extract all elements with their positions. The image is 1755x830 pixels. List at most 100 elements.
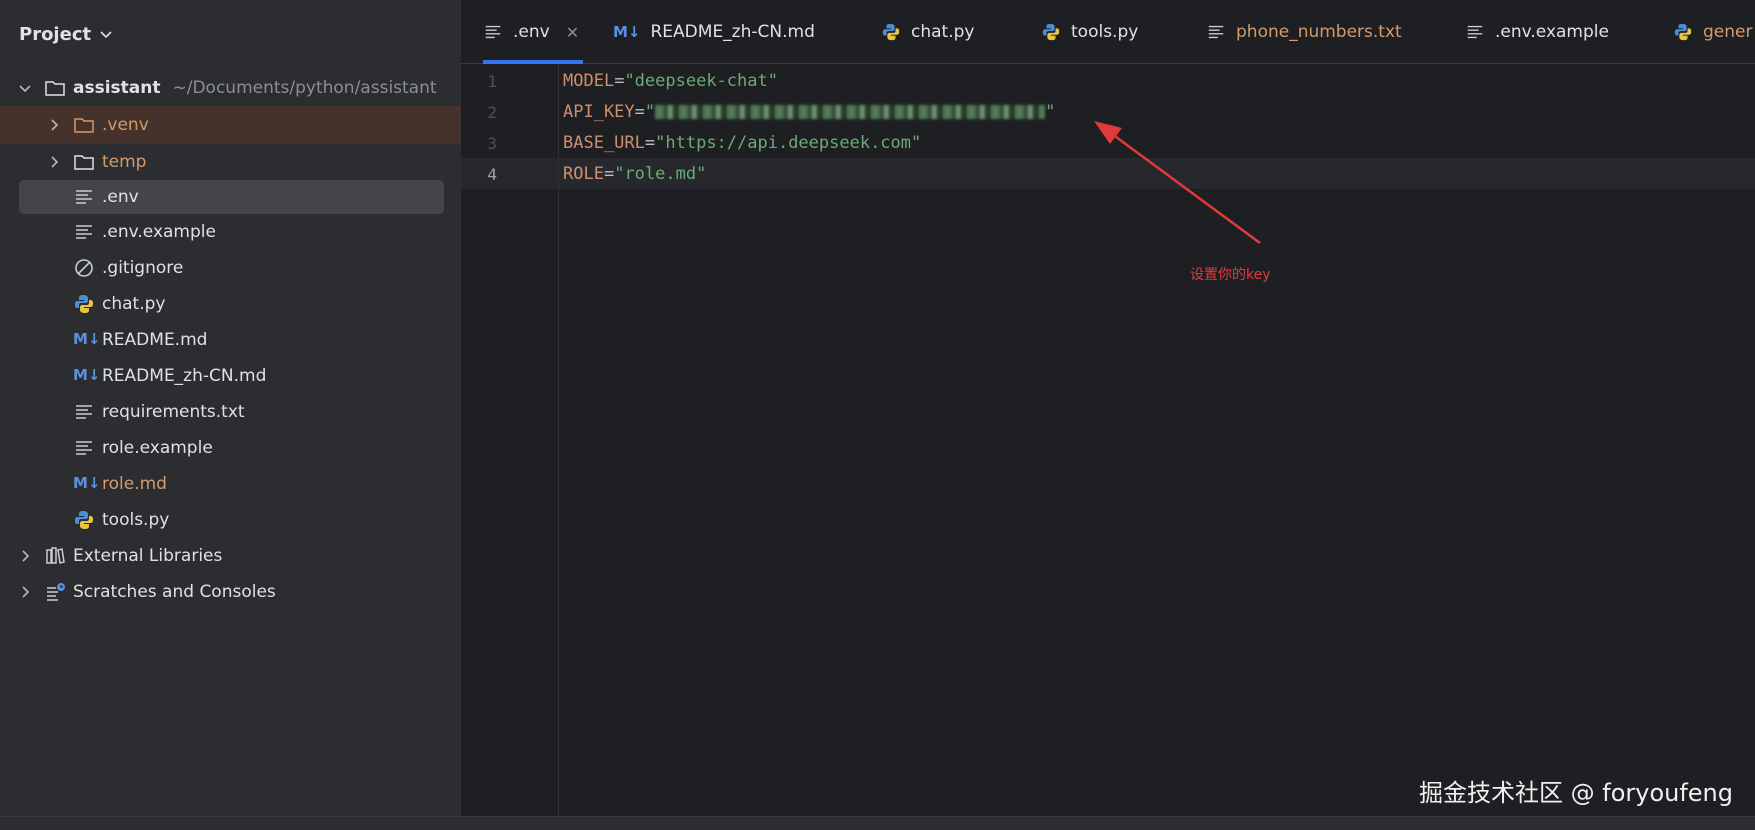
chevron-right-icon[interactable] — [16, 583, 34, 601]
env-key: MODEL — [563, 71, 615, 91]
env-value: "https://api.deepseek.com" — [655, 133, 922, 153]
code-line-role[interactable]: ROLE="role.md" — [563, 159, 706, 190]
tab-readme-zh-cn-md[interactable]: M↓ README_zh-CN.md — [613, 0, 815, 64]
text-file-icon — [76, 190, 92, 204]
tree-item-label: temp — [102, 152, 147, 172]
tree-item-label: .env.example — [102, 222, 216, 242]
equals-sign: = — [634, 102, 645, 122]
editor-area: .env ✕ M↓ README_zh-CN.md chat.py tools.… — [461, 0, 1755, 816]
line-number: 4 — [487, 165, 497, 184]
env-value: "deepseek-chat" — [624, 71, 778, 91]
tab-tools-py[interactable]: tools.py — [1041, 0, 1138, 64]
watermark: 掘金技术社区 @ foryoufeng — [1418, 779, 1733, 807]
ide-window: Project assistant ~/Documents/python/assi… — [0, 0, 1755, 830]
tree-item-label: README_zh-CN.md — [102, 366, 267, 386]
chevron-down-icon[interactable] — [16, 79, 34, 97]
tab-gener[interactable]: gener — [1673, 0, 1752, 64]
tree-item-gitignore[interactable]: .gitignore — [0, 250, 461, 286]
code-line-model[interactable]: MODEL="deepseek-chat" — [563, 66, 778, 97]
tree-item-role-example[interactable]: role.example — [0, 430, 461, 466]
tab-label: gener — [1703, 22, 1753, 42]
tree-item-chat-py[interactable]: chat.py — [0, 286, 461, 322]
equals-sign: = — [603, 164, 615, 184]
tree-item-readme-md[interactable]: M↓ README.md — [0, 322, 461, 358]
equals-sign: = — [614, 71, 625, 91]
text-file-icon — [76, 405, 92, 419]
tab-label: .env — [513, 22, 550, 42]
tab-label: README_zh-CN.md — [650, 22, 815, 42]
python-file-icon — [75, 295, 93, 313]
panel-title: Project — [19, 23, 92, 45]
line-number: 1 — [487, 72, 497, 91]
tree-item-temp[interactable]: temp — [0, 144, 461, 180]
tree-item-assistant[interactable]: assistant ~/Documents/python/assistant — [0, 70, 461, 106]
tree-item-label: role.md — [102, 474, 167, 494]
tree-item-tools-py[interactable]: tools.py — [0, 502, 461, 538]
tree-item-venv[interactable]: .venv — [0, 106, 461, 144]
folder-icon — [74, 155, 94, 170]
scratches-icon — [47, 583, 65, 601]
project-view-selector[interactable]: Project — [19, 20, 113, 48]
ignore-file-icon — [75, 259, 93, 277]
tree-item-role-md[interactable]: M↓ role.md — [0, 466, 461, 502]
tab-label: .env.example — [1495, 22, 1609, 42]
python-file-icon — [1674, 23, 1692, 41]
equals-sign: = — [644, 133, 656, 153]
tab-label: phone_numbers.txt — [1236, 22, 1402, 42]
text-file-icon — [76, 441, 92, 455]
markdown-file-icon: M↓ — [73, 330, 101, 348]
tree-item-env[interactable]: .env — [0, 178, 461, 214]
chevron-right-icon[interactable] — [16, 547, 34, 565]
tree-item-readme-zh-cn-md[interactable]: M↓ README_zh-CN.md — [0, 358, 461, 394]
editor-tab-bar: .env ✕ M↓ README_zh-CN.md chat.py tools.… — [461, 0, 1755, 64]
tab-label: tools.py — [1071, 22, 1139, 42]
folder-icon — [74, 118, 94, 133]
text-file-icon — [485, 25, 501, 39]
text-file-icon — [1467, 25, 1483, 39]
markdown-file-icon: M↓ — [613, 23, 641, 41]
tree-item-env-example[interactable]: .env.example — [0, 214, 461, 250]
redacted-api-key — [655, 105, 1046, 119]
tab-env-example[interactable]: .env.example — [1465, 0, 1609, 64]
markdown-file-icon: M↓ — [73, 474, 101, 492]
text-file-icon — [76, 225, 92, 239]
python-file-icon — [1042, 23, 1060, 41]
code-line-api-key[interactable]: API_KEY=" " — [563, 97, 1055, 128]
tree-item-requirements-txt[interactable]: requirements.txt — [0, 394, 461, 430]
code-line-base-url[interactable]: BASE_URL="https://api.deepseek.com" — [563, 128, 921, 159]
tree-item-label: Scratches and Consoles — [73, 582, 276, 602]
chevron-right-icon[interactable] — [45, 153, 63, 171]
python-file-icon — [75, 511, 93, 529]
tree-item-scratches-and-consoles[interactable]: Scratches and Consoles — [0, 574, 461, 610]
root-folder-name: assistant — [73, 78, 161, 98]
library-icon — [46, 547, 65, 564]
tab-env[interactable]: .env ✕ — [483, 0, 584, 64]
root-folder-path: ~/Documents/python/assistant — [172, 78, 437, 98]
tree-item-external-libraries[interactable]: External Libraries — [0, 538, 461, 574]
code-editor[interactable]: MODEL="deepseek-chat" API_KEY=" " BASE_UR… — [561, 64, 1751, 816]
python-file-icon — [882, 23, 900, 41]
quote-open: " — [644, 102, 656, 122]
env-key: BASE_URL — [563, 133, 645, 153]
line-number: 2 — [487, 103, 497, 122]
text-file-icon — [1208, 25, 1224, 39]
line-number: 3 — [487, 134, 497, 153]
tab-label: chat.py — [911, 22, 975, 42]
folder-icon — [45, 81, 65, 96]
tree-item-label: chat.py — [102, 294, 166, 314]
tree-item-label: README.md — [102, 330, 208, 350]
tab-phone-numbers-txt[interactable]: phone_numbers.txt — [1206, 0, 1402, 64]
close-icon[interactable]: ✕ — [566, 23, 579, 42]
tab-chat-py[interactable]: chat.py — [881, 0, 974, 64]
tree-item-label: requirements.txt — [102, 402, 245, 422]
status-bar — [0, 816, 1755, 830]
line-number-gutter: 1 2 3 4 — [461, 64, 559, 816]
tree-item-label: tools.py — [102, 510, 170, 530]
tree-item-label: External Libraries — [73, 546, 223, 566]
annotation-label: 设置你的key — [1190, 267, 1271, 283]
env-key: API_KEY — [563, 102, 635, 122]
tree-item-label: .venv — [102, 115, 149, 135]
env-key: ROLE — [563, 164, 604, 184]
project-panel: Project assistant ~/Documents/python/assi… — [0, 0, 461, 816]
chevron-right-icon[interactable] — [45, 116, 63, 134]
